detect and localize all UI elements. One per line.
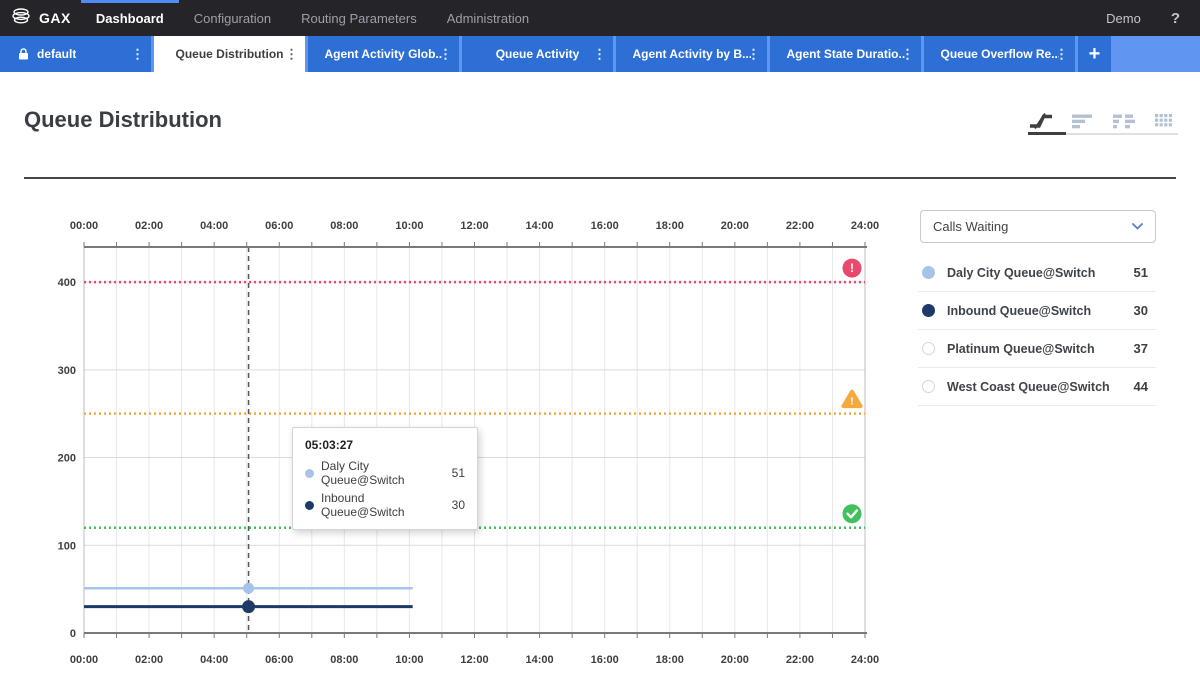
metric-dropdown[interactable]: Calls Waiting	[920, 210, 1156, 243]
lock-icon	[18, 48, 29, 60]
svg-text:24:00: 24:00	[851, 654, 879, 666]
series-dot-icon	[305, 469, 314, 478]
line-chart-view-icon[interactable]	[1028, 110, 1054, 132]
series-dot-icon	[922, 342, 935, 355]
help-icon[interactable]: ?	[1171, 10, 1180, 27]
tab-queue-distribution[interactable]: Queue Distribution ⋮	[154, 36, 305, 72]
chevron-down-icon	[1132, 223, 1143, 230]
top-nav: GAX Dashboard Configuration Routing Para…	[0, 0, 1200, 36]
svg-text:12:00: 12:00	[460, 220, 488, 232]
svg-text:16:00: 16:00	[591, 220, 619, 232]
add-tab-button[interactable]: +	[1078, 36, 1111, 72]
legend-item-daly-city[interactable]: Daly City Queue@Switch 51	[918, 254, 1156, 292]
svg-text:02:00: 02:00	[135, 654, 163, 666]
svg-text:!: !	[850, 261, 854, 275]
tab-menu-icon[interactable]: ⋮	[285, 48, 298, 61]
nav-right: Demo ?	[1106, 0, 1200, 36]
tab-agent-activity-by-b[interactable]: Agent Activity by B... ⋮	[616, 36, 767, 72]
svg-text:20:00: 20:00	[721, 654, 749, 666]
series-dot-icon	[305, 501, 314, 510]
svg-text:16:00: 16:00	[591, 654, 619, 666]
svg-text:0: 0	[70, 628, 76, 640]
svg-text:24:00: 24:00	[851, 220, 879, 232]
gax-dashboard-screen: GAX Dashboard Configuration Routing Para…	[0, 0, 1200, 681]
svg-text:12:00: 12:00	[460, 654, 488, 666]
legend-item-west-coast[interactable]: West Coast Queue@Switch 44	[918, 368, 1156, 406]
tab-default[interactable]: default ⋮	[0, 36, 151, 72]
brand[interactable]: GAX	[0, 0, 81, 36]
svg-text:200: 200	[58, 453, 76, 465]
svg-text:300: 300	[58, 365, 76, 377]
svg-text:400: 400	[58, 277, 76, 289]
nav-item-routing-parameters[interactable]: Routing Parameters	[286, 0, 432, 36]
tab-queue-overflow[interactable]: Queue Overflow Re... ⋮	[924, 36, 1075, 72]
bar-list-view-icon[interactable]	[1069, 110, 1095, 132]
svg-text:20:00: 20:00	[721, 220, 749, 232]
tab-menu-icon[interactable]: ⋮	[747, 48, 760, 61]
page-title: Queue Distribution	[24, 107, 222, 133]
series-dot-icon	[922, 266, 935, 279]
series-dot-icon	[922, 304, 935, 317]
metric-dropdown-value: Calls Waiting	[933, 219, 1008, 234]
chart-tooltip: 05:03:27 Daly City Queue@Switch 51 Inbou…	[292, 427, 478, 530]
nav-item-configuration[interactable]: Configuration	[179, 0, 286, 36]
tab-menu-icon[interactable]: ⋮	[1055, 48, 1068, 61]
tab-menu-icon[interactable]: ⋮	[593, 48, 606, 61]
svg-text:14:00: 14:00	[526, 220, 554, 232]
legend-item-platinum[interactable]: Platinum Queue@Switch 37	[918, 330, 1156, 368]
svg-text:18:00: 18:00	[656, 654, 684, 666]
gax-logo-icon	[10, 5, 32, 32]
tooltip-row: Daly City Queue@Switch 51	[305, 459, 465, 487]
svg-text:100: 100	[58, 540, 76, 552]
svg-text:06:00: 06:00	[265, 654, 293, 666]
svg-text:04:00: 04:00	[200, 654, 228, 666]
tab-agent-state-duration[interactable]: Agent State Duratio... ⋮	[770, 36, 921, 72]
queue-legend: Daly City Queue@Switch 51 Inbound Queue@…	[918, 254, 1156, 406]
tooltip-row: Inbound Queue@Switch 30	[305, 491, 465, 519]
check-circle-icon	[843, 504, 862, 523]
user-menu[interactable]: Demo	[1106, 11, 1141, 26]
svg-text:18:00: 18:00	[656, 220, 684, 232]
tab-menu-icon[interactable]: ⋮	[439, 48, 452, 61]
view-toggles-active-indicator	[1028, 132, 1066, 135]
header-divider	[24, 177, 1176, 179]
tab-queue-activity[interactable]: Queue Activity ⋮	[462, 36, 613, 72]
svg-text:02:00: 02:00	[135, 220, 163, 232]
legend-item-inbound[interactable]: Inbound Queue@Switch 30	[918, 292, 1156, 330]
svg-text:04:00: 04:00	[200, 220, 228, 232]
tab-menu-icon[interactable]: ⋮	[901, 48, 914, 61]
svg-text:22:00: 22:00	[786, 220, 814, 232]
svg-text:08:00: 08:00	[330, 654, 358, 666]
nav-item-dashboard[interactable]: Dashboard	[81, 0, 179, 36]
svg-text:00:00: 00:00	[70, 654, 98, 666]
brand-name: GAX	[39, 10, 71, 26]
svg-text:22:00: 22:00	[786, 654, 814, 666]
tab-agent-activity-global[interactable]: Agent Activity Glob... ⋮	[308, 36, 459, 72]
tooltip-time: 05:03:27	[305, 438, 465, 452]
series-dot-icon	[922, 380, 935, 393]
svg-text:14:00: 14:00	[526, 654, 554, 666]
dashboard-tab-bar: default ⋮ Queue Distribution ⋮ Agent Act…	[0, 36, 1200, 72]
svg-text:00:00: 00:00	[70, 220, 98, 232]
svg-text:10:00: 10:00	[395, 220, 423, 232]
svg-text:10:00: 10:00	[395, 654, 423, 666]
grid-view-icon[interactable]	[1152, 110, 1178, 132]
svg-text:06:00: 06:00	[265, 220, 293, 232]
svg-text:08:00: 08:00	[330, 220, 358, 232]
tab-menu-icon[interactable]: ⋮	[131, 48, 144, 61]
grouped-bar-view-icon[interactable]	[1111, 110, 1137, 132]
svg-text:!: !	[850, 397, 853, 408]
nav-item-administration[interactable]: Administration	[432, 0, 544, 36]
